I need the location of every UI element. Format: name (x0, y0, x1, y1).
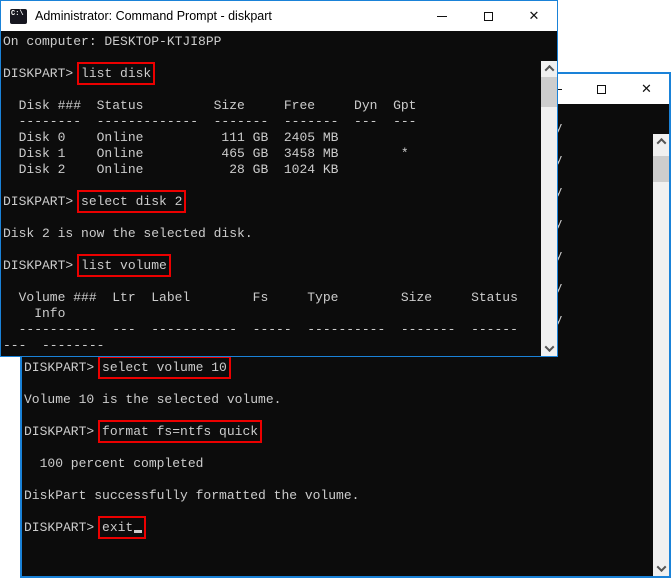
console-line (3, 178, 541, 194)
title-area: C:\ Administrator: Command Prompt - disk… (10, 1, 272, 31)
console-line: --- -------- (3, 338, 541, 354)
console-line: Volume ### Ltr Label Fs Type Size Status (3, 290, 541, 306)
console-line: Disk 1 Online 465 GB 3458 MB * (3, 146, 541, 162)
scrollbar-thumb[interactable] (653, 156, 669, 182)
annotation-box: format fs=ntfs quick (102, 424, 258, 439)
console-line: DISKPART> format fs=ntfs quick (24, 424, 653, 440)
console-line (3, 82, 541, 98)
close-button[interactable]: ✕ (624, 74, 669, 104)
annotation-box: exit (102, 520, 142, 535)
desktop: ✕ y y (0, 0, 672, 585)
console-line (3, 274, 541, 290)
console-line: Disk ### Status Size Free Dyn Gpt (3, 98, 541, 114)
annotation-box: select volume 10 (102, 360, 227, 375)
console-line (24, 376, 653, 392)
console-line (3, 242, 541, 258)
scroll-up-icon[interactable] (653, 134, 669, 149)
console-line (24, 472, 653, 488)
maximize-icon (597, 85, 606, 94)
vertical-scrollbar[interactable] (541, 61, 557, 356)
maximize-button[interactable] (579, 74, 624, 104)
titlebar[interactable]: C:\ Administrator: Command Prompt - disk… (1, 1, 557, 31)
console-line (3, 50, 541, 66)
close-icon: ✕ (529, 10, 540, 23)
console-line: ---------- --- ----------- ----- -------… (3, 322, 541, 338)
text-cursor (134, 530, 142, 533)
minimize-button[interactable] (419, 1, 465, 31)
close-button[interactable]: ✕ (511, 1, 557, 31)
scroll-down-icon[interactable] (541, 341, 557, 356)
cmd-icon: C:\ (10, 9, 27, 24)
scroll-up-icon[interactable] (541, 61, 557, 76)
front-console-text: On computer: DESKTOP-KTJI8PP DISKPART> li… (1, 31, 541, 356)
console-line: Info (3, 306, 541, 322)
maximize-button[interactable] (465, 1, 511, 31)
console-line: On computer: DESKTOP-KTJI8PP (3, 34, 541, 50)
annotation-box: list disk (81, 66, 151, 81)
console-line: DISKPART> select disk 2 (3, 194, 541, 210)
console-line (24, 408, 653, 424)
scroll-down-icon[interactable] (653, 561, 669, 576)
console-line: Disk 0 Online 111 GB 2405 MB (3, 130, 541, 146)
console-line (24, 504, 653, 520)
minimize-icon (437, 16, 447, 17)
console-line: DISKPART> select volume 10 (24, 360, 653, 376)
console-line (3, 210, 541, 226)
console-line: DISKPART> exit (24, 520, 653, 536)
console-line: DISKPART> list disk (3, 66, 541, 82)
console-line: Disk 2 is now the selected disk. (3, 226, 541, 242)
console-line (24, 440, 653, 456)
caption-buttons: ✕ (419, 1, 557, 31)
close-icon: ✕ (641, 83, 652, 96)
annotation-box: list volume (81, 258, 167, 273)
console-line: -------- ------------- ------- ------- -… (3, 114, 541, 130)
console[interactable]: On computer: DESKTOP-KTJI8PP DISKPART> li… (1, 31, 557, 356)
console-line: DiskPart successfully formatted the volu… (24, 488, 653, 504)
annotation-box: select disk 2 (81, 194, 182, 209)
scrollbar-thumb[interactable] (541, 77, 557, 107)
maximize-icon (484, 12, 493, 21)
front-window: C:\ Administrator: Command Prompt - disk… (0, 0, 558, 357)
window-title: Administrator: Command Prompt - diskpart (35, 9, 272, 23)
vertical-scrollbar[interactable] (653, 134, 669, 576)
console-line: 100 percent completed (24, 456, 653, 472)
console-line: DISKPART> list volume (3, 258, 541, 274)
console-line: Disk 2 Online 28 GB 1024 KB (3, 162, 541, 178)
console-line: Volume 10 is the selected volume. (24, 392, 653, 408)
